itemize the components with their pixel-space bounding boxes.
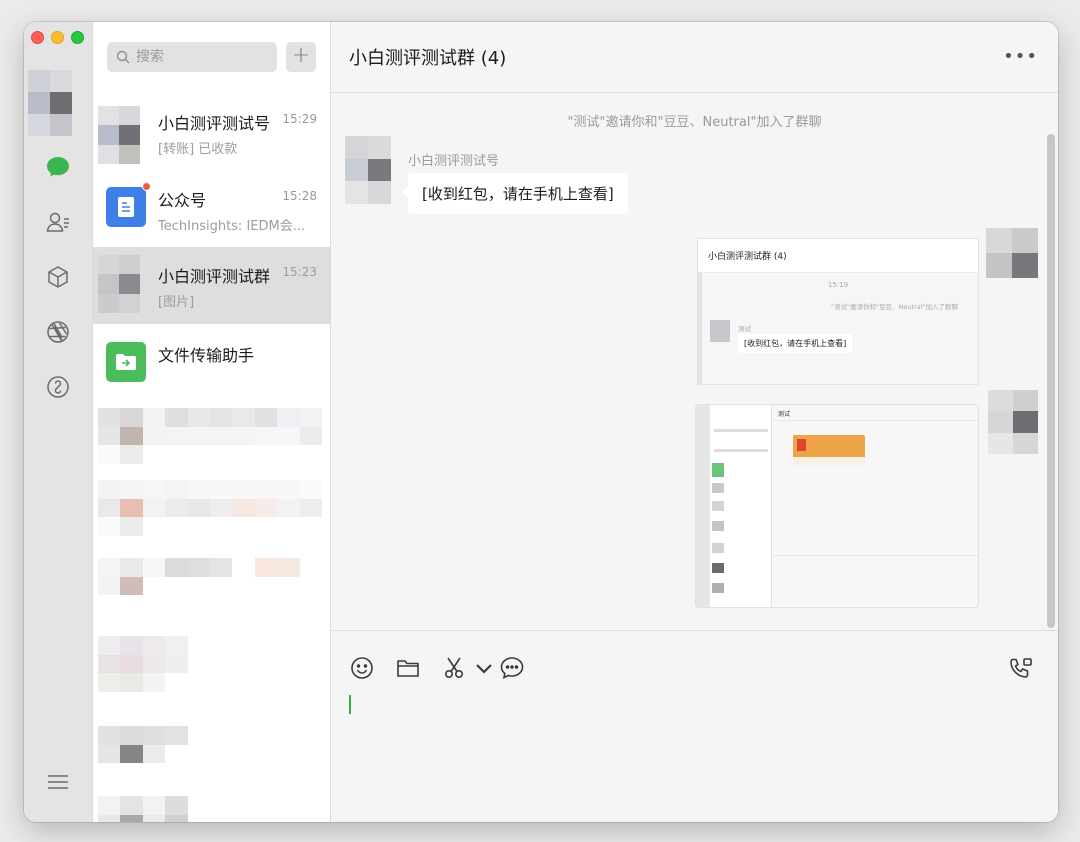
- blurred-conversation: [98, 480, 322, 536]
- folder-icon[interactable]: [395, 655, 421, 681]
- image-body: 15:19 "测试"邀请你和"豆豆、Neutral"加入了群聊 测试 [收到红包…: [698, 273, 978, 384]
- conversation-title: 公众号: [158, 191, 207, 210]
- composer: [331, 630, 1058, 822]
- conversation-title: 小白测评测试群: [158, 267, 271, 286]
- search-row: +: [107, 42, 316, 72]
- image-bubble: [收到红包，请在手机上查看]: [738, 334, 853, 353]
- avatar[interactable]: [28, 70, 72, 136]
- blurred-conversation: [98, 636, 322, 692]
- conversation-time: 15:28: [282, 189, 317, 203]
- blurred-conversation: [98, 796, 322, 822]
- image-nav: [696, 405, 710, 607]
- sender-name: 小白测评测试号: [408, 154, 500, 169]
- image-list: [710, 405, 772, 607]
- conversation-item-active[interactable]: 小白测评测试群 15:23 [图片]: [93, 247, 330, 324]
- more-options-button[interactable]: •••: [1003, 46, 1038, 67]
- favorites-icon[interactable]: [40, 259, 76, 295]
- unread-dot: [142, 182, 151, 191]
- contacts-icon[interactable]: [40, 204, 76, 240]
- message-bubble[interactable]: [收到红包，请在手机上查看]: [402, 173, 628, 214]
- chevron-down-icon[interactable]: [471, 655, 497, 681]
- zoom-window-button[interactable]: [71, 31, 84, 44]
- avatar: [98, 255, 140, 313]
- conversation-list: + 小白测评测试号 15:29 [转账] 已收款 公众号 15:28 TechI…: [93, 22, 331, 822]
- conversation-time: 15:23: [282, 265, 317, 279]
- blurred-conversation: [98, 726, 322, 782]
- text-cursor[interactable]: [349, 695, 351, 714]
- scissors-icon[interactable]: [441, 655, 467, 681]
- chat-icon[interactable]: [40, 149, 76, 185]
- emoji-icon[interactable]: [349, 655, 375, 681]
- close-window-button[interactable]: [31, 31, 44, 44]
- chat-header: 小白测评测试群 (4): [331, 22, 1058, 93]
- image-toolbar-divider: [772, 555, 978, 556]
- chat-bubble-icon[interactable]: [499, 655, 525, 681]
- image-message[interactable]: 测试: [695, 404, 979, 608]
- add-button[interactable]: +: [286, 42, 316, 72]
- conversation-preview: [转账] 已收款: [158, 142, 238, 157]
- chat-panel: 小白测评测试群 (4) ••• "测试"邀请你和"豆豆、Neutral"加入了群…: [331, 22, 1058, 822]
- file-transfer-icon: [106, 342, 146, 382]
- avatar: [710, 320, 730, 342]
- miniprogram-icon[interactable]: [40, 369, 76, 405]
- image-time: 15:19: [827, 281, 849, 289]
- chat-title: 小白测评测试群 (4): [349, 48, 507, 69]
- official-account-icon: [106, 187, 146, 227]
- conversation-item[interactable]: 小白测评测试号 15:29 [转账] 已收款: [93, 98, 330, 175]
- conversation-preview: [图片]: [158, 295, 195, 310]
- search-box[interactable]: [107, 42, 277, 72]
- avatar[interactable]: [988, 390, 1038, 454]
- conversation-title: 小白测评测试号: [158, 114, 271, 133]
- moments-icon[interactable]: [40, 314, 76, 350]
- scrollbar[interactable]: [1047, 134, 1055, 628]
- blurred-conversation: [98, 408, 322, 464]
- minimize-window-button[interactable]: [51, 31, 64, 44]
- image-sender: 测试: [738, 325, 751, 333]
- red-packet-preview: [793, 435, 865, 465]
- search-input[interactable]: [136, 49, 256, 65]
- conversation-preview: TechInsights: IEDM会...: [158, 219, 306, 234]
- image-scroll-track: [698, 273, 702, 384]
- video-call-icon[interactable]: [1008, 655, 1034, 681]
- image-system-text: "测试"邀请你和"豆豆、Neutral"加入了群聊: [831, 303, 958, 311]
- avatar[interactable]: [345, 136, 391, 204]
- image-title: 测试: [772, 405, 978, 421]
- conversation-title: 文件传输助手: [158, 346, 255, 365]
- traffic-lights: [31, 31, 84, 44]
- avatar[interactable]: [986, 228, 1038, 278]
- nav-sidebar: [24, 22, 93, 822]
- image-title: 小白测评测试群 (4): [698, 239, 978, 273]
- blurred-conversation: [98, 558, 322, 614]
- conversation-time: 15:29: [282, 112, 317, 126]
- system-message: "测试"邀请你和"豆豆、Neutral"加入了群聊: [567, 115, 822, 130]
- image-message[interactable]: 小白测评测试群 (4) 15:19 "测试"邀请你和"豆豆、Neutral"加入…: [697, 238, 979, 385]
- hamburger-icon[interactable]: [46, 772, 70, 792]
- search-icon: [116, 50, 130, 64]
- avatar: [98, 106, 140, 164]
- wechat-window: + 小白测评测试号 15:29 [转账] 已收款 公众号 15:28 TechI…: [24, 22, 1058, 822]
